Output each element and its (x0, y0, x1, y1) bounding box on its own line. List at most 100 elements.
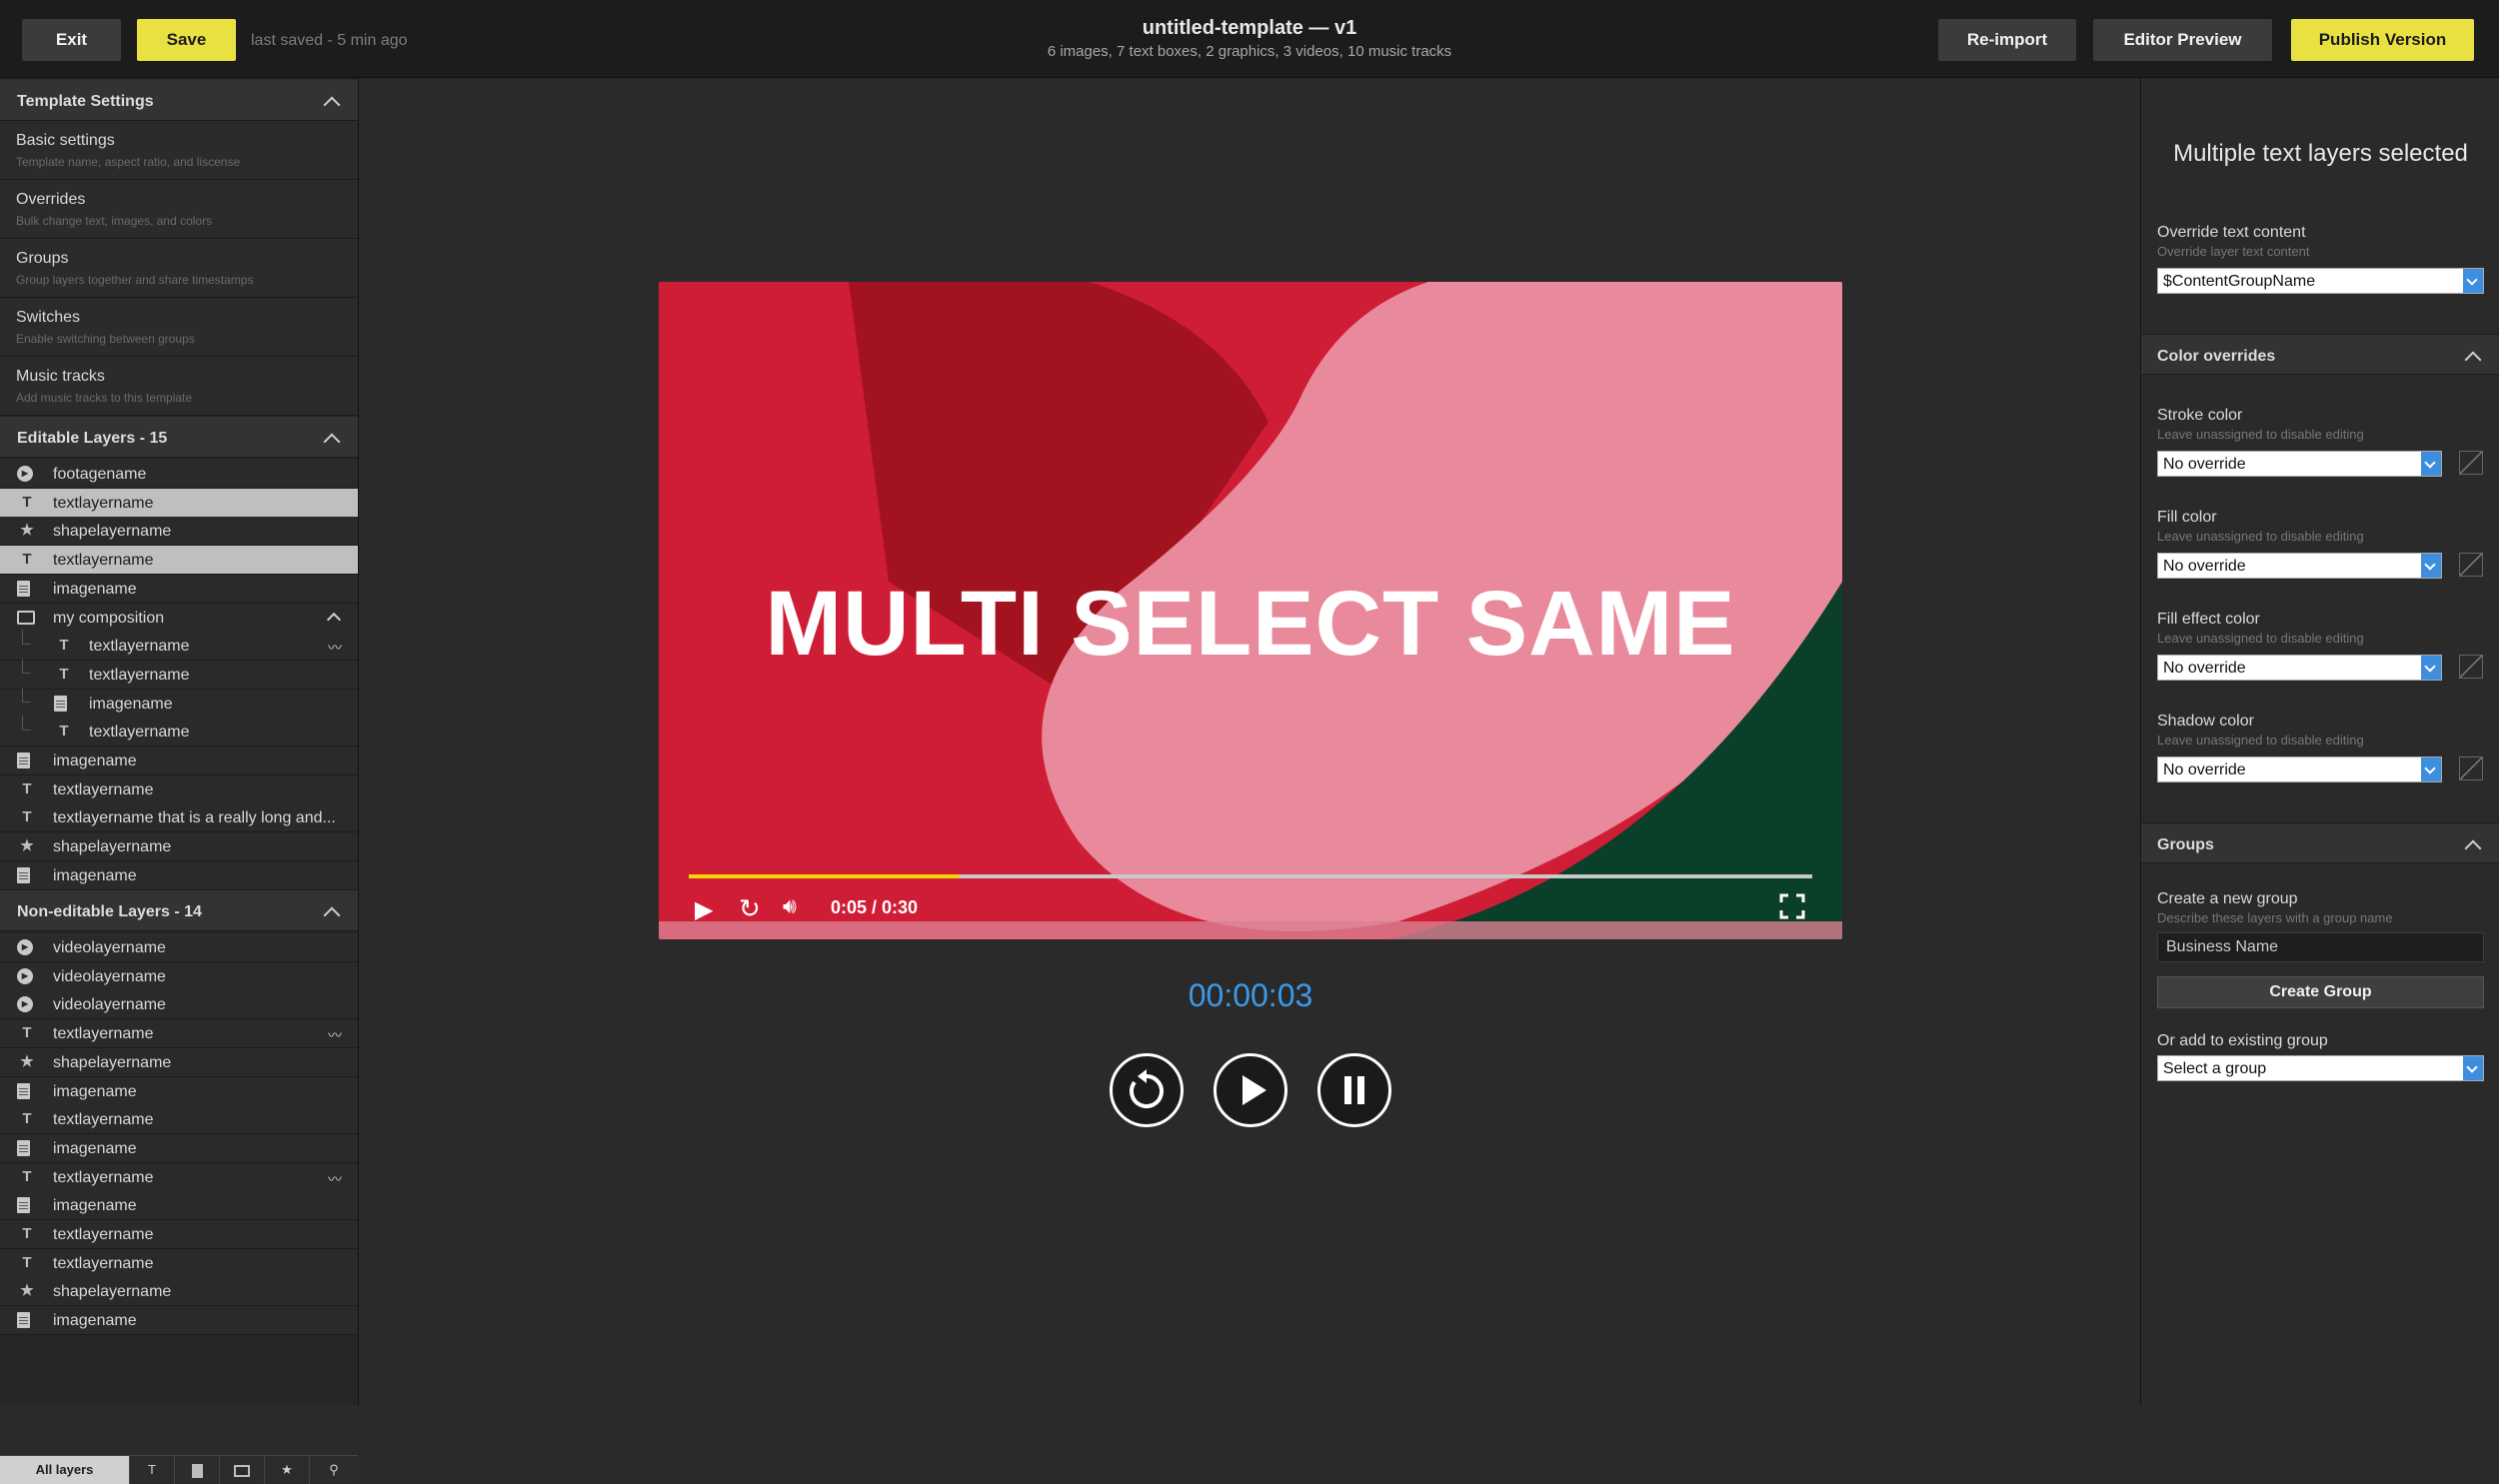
layer-row[interactable]: ▶ footagename (0, 460, 358, 489)
layer-row[interactable]: my composition (0, 603, 358, 633)
color-override-select[interactable]: No override (2157, 553, 2442, 579)
override-text-sublabel: Override layer text content (2157, 244, 2310, 259)
layer-row[interactable]: ★ shapelayername (0, 1277, 358, 1307)
image-filter-icon[interactable] (175, 1456, 220, 1484)
play-icon (1243, 1075, 1266, 1105)
video-icon: ▶ (17, 996, 33, 1013)
layer-row[interactable]: Ttextlayername (0, 658, 358, 690)
color-swatch[interactable] (2459, 451, 2483, 475)
layer-row[interactable]: ▶ videolayername (0, 990, 358, 1020)
play-button[interactable] (1214, 1053, 1287, 1127)
layer-row[interactable]: Ttextlayername (0, 716, 358, 747)
layer-name: imagename (53, 1082, 137, 1100)
create-group-button[interactable]: Create Group (2157, 976, 2484, 1008)
composition-filter-icon[interactable] (220, 1456, 265, 1484)
group-name-input[interactable] (2157, 932, 2484, 962)
chevron-down-icon[interactable] (2463, 1056, 2483, 1080)
non-editable-layers-header[interactable]: Non-editable Layers - 14 (0, 890, 358, 931)
groups-header[interactable]: Groups (2141, 822, 2499, 863)
color-override-select[interactable]: No override (2157, 655, 2442, 681)
chevron-up-icon[interactable] (323, 906, 341, 924)
chevron-up-icon[interactable] (323, 433, 341, 451)
layer-row[interactable]: Ttextlayername that is a really long and… (0, 803, 358, 833)
existing-group-select[interactable]: Select a group (2157, 1055, 2484, 1081)
color-swatch[interactable] (2459, 553, 2483, 577)
shape-filter-icon[interactable]: ★ (265, 1456, 310, 1484)
color-override-select[interactable]: No override (2157, 756, 2442, 782)
chevron-down-icon[interactable] (2421, 554, 2441, 578)
settings-item[interactable]: Switches Enable switching between groups (0, 298, 358, 357)
chevron-up-icon[interactable] (2464, 839, 2482, 857)
layer-name: imagename (53, 580, 137, 598)
override-text-select[interactable]: $ContentGroupName (2157, 268, 2484, 294)
settings-item[interactable]: Overrides Bulk change text, images, and c… (0, 180, 358, 239)
fullscreen-icon[interactable] (1779, 893, 1805, 919)
layer-row[interactable]: ▶ videolayername (0, 961, 358, 991)
color-override-select[interactable]: No override (2157, 451, 2442, 477)
layer-row[interactable]: imagename (0, 687, 358, 719)
layer-row[interactable]: Ttextlayername 〰 (0, 630, 358, 662)
layer-row[interactable]: imagename (0, 1133, 358, 1163)
volume-icon[interactable]: 🔊︎ (783, 893, 797, 919)
layer-row[interactable]: Ttextlayername (0, 488, 358, 518)
color-swatch[interactable] (2459, 655, 2483, 679)
layer-row[interactable]: Ttextlayername (0, 1105, 358, 1135)
settings-item-title: Music tracks (16, 368, 105, 385)
layer-row[interactable]: ★ shapelayername (0, 517, 358, 547)
layer-name: textlayername (89, 724, 190, 742)
layer-row[interactable]: imagename (0, 1076, 358, 1106)
layer-row[interactable]: imagename (0, 1306, 358, 1336)
shape-icon: ★ (20, 1282, 34, 1300)
layer-row[interactable]: Ttextlayername (0, 774, 358, 804)
template-settings-title: Template Settings (17, 93, 154, 110)
chevron-down-icon[interactable] (2421, 656, 2441, 680)
existing-group-label: Or add to existing group (2157, 1032, 2328, 1049)
layer-row[interactable]: ▶ videolayername (0, 933, 358, 962)
layer-row[interactable]: Ttextlayername 〰 (0, 1019, 358, 1049)
publish-version-button[interactable]: Publish Version (2291, 19, 2474, 61)
restart-button[interactable] (1110, 1053, 1184, 1127)
settings-item[interactable]: Groups Group layers together and share ti… (0, 239, 358, 298)
layer-row[interactable]: ★ shapelayername (0, 1047, 358, 1077)
settings-item-title: Groups (16, 250, 69, 267)
editor-preview-button[interactable]: Editor Preview (2093, 19, 2272, 61)
layer-row[interactable]: Ttextlayername (0, 1248, 358, 1278)
pause-icon (1344, 1076, 1364, 1104)
layer-row[interactable]: imagename (0, 746, 358, 775)
chevron-up-icon[interactable] (326, 612, 342, 627)
reimport-button[interactable]: Re-import (1938, 19, 2076, 61)
layer-row[interactable]: Ttextlayername (0, 546, 358, 576)
layer-row[interactable]: ★ shapelayername (0, 832, 358, 862)
chevron-down-icon[interactable] (2463, 269, 2483, 293)
layer-row[interactable]: imagename (0, 1191, 358, 1221)
link-filter-icon[interactable]: ⚲ (310, 1456, 358, 1484)
layer-row[interactable]: imagename (0, 574, 358, 604)
chevron-up-icon[interactable] (323, 96, 341, 114)
settings-item-title: Switches (16, 309, 81, 326)
layer-row[interactable]: Ttextlayername 〰 (0, 1162, 358, 1192)
pause-button[interactable] (1317, 1053, 1391, 1127)
text-filter-icon[interactable]: T (130, 1456, 175, 1484)
progress-track[interactable] (689, 874, 1812, 878)
color-swatch[interactable] (2459, 756, 2483, 780)
tab-all-layers[interactable]: All layers (0, 1456, 130, 1484)
tree-connector (22, 658, 31, 674)
play-icon[interactable]: ▶ (695, 895, 713, 924)
chevron-up-icon[interactable] (2464, 351, 2482, 369)
color-overrides-header[interactable]: Color overrides (2141, 334, 2499, 375)
settings-item[interactable]: Basic settings Template name, aspect rati… (0, 121, 358, 180)
settings-item[interactable]: Music tracks Add music tracks to this tem… (0, 357, 358, 416)
layer-name: textlayername (89, 638, 190, 656)
template-settings-header[interactable]: Template Settings (0, 80, 358, 121)
chevron-down-icon[interactable] (2421, 757, 2441, 781)
editable-layers-header[interactable]: Editable Layers - 15 (0, 417, 358, 458)
layer-name: imagename (53, 866, 137, 884)
color-override-value: No override (2163, 660, 2246, 677)
link-icon: 〰 (328, 640, 342, 657)
layer-name: textlayername (53, 1226, 154, 1243)
replay-icon[interactable]: ↻ (739, 893, 761, 924)
video-preview[interactable]: MULTI SELECT SAME ▶ ↻ 🔊︎ 0:05 / 0:30 (659, 282, 1842, 939)
layer-row[interactable]: Ttextlayername (0, 1220, 358, 1249)
chevron-down-icon[interactable] (2421, 452, 2441, 476)
layer-row[interactable]: imagename (0, 860, 358, 890)
